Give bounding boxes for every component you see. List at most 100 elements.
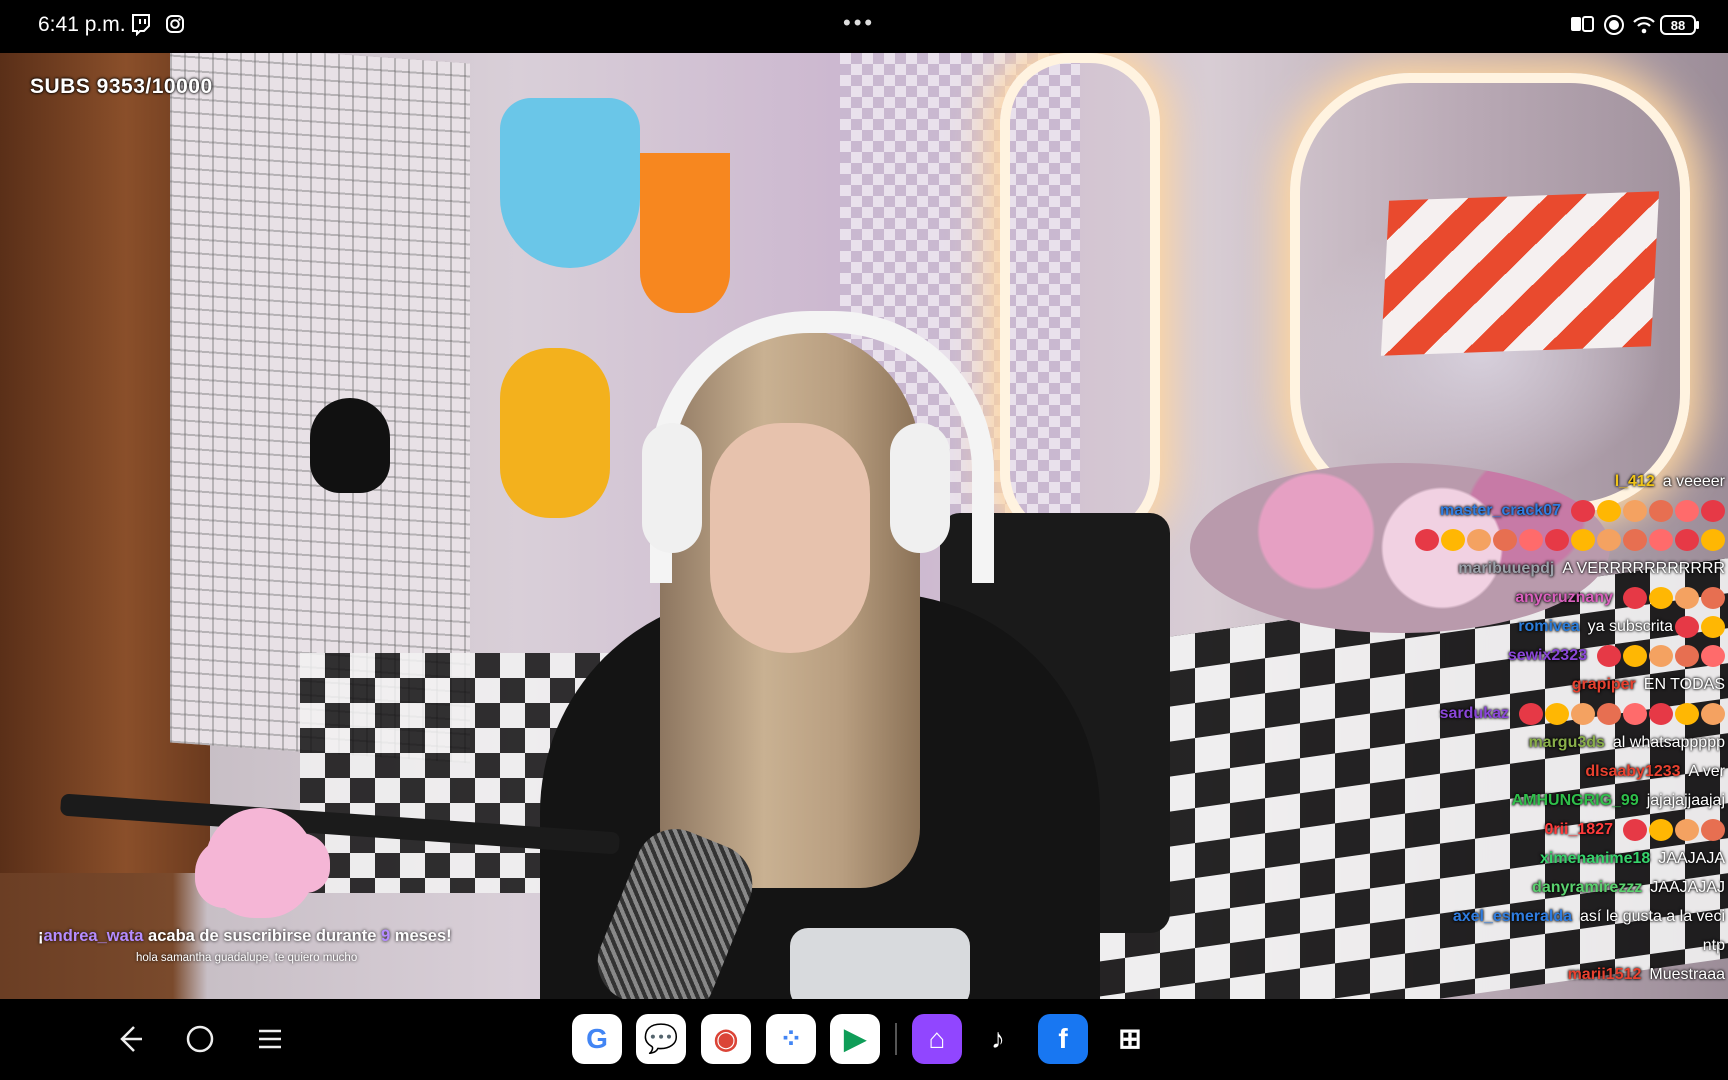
chat-text: jajajajjaajaj <box>1646 792 1725 809</box>
blue-mirror <box>500 98 640 268</box>
chat-username[interactable]: margu3ds <box>1528 734 1604 751</box>
chat-username[interactable]: sewix2323 <box>1508 647 1587 664</box>
chat-text: JAAJAJAJ <box>1650 879 1725 896</box>
chat-message: l_412 a veeeer <box>1165 467 1725 496</box>
battery-icon: 88 <box>1660 15 1699 35</box>
tiktok-app-icon[interactable]: ♪ <box>973 1014 1023 1064</box>
play-store-app-icon[interactable]: ▶ <box>830 1014 880 1064</box>
chat-text: EN TODAS <box>1643 676 1725 693</box>
chat-text: a veeeer <box>1662 473 1725 490</box>
emote-icon <box>1675 644 1699 667</box>
emote-icon <box>1675 615 1699 638</box>
chat-text: Muestraaa <box>1649 966 1725 983</box>
sub-alert-months: 9 <box>381 927 391 945</box>
instagram-icon <box>166 15 184 33</box>
chat-message: AMHUNGRIG_99 jajajajjaajaj <box>1165 786 1725 815</box>
emote-icon <box>1649 818 1673 841</box>
orange-decor <box>640 153 730 313</box>
chat-message: master_crack07 <box>1165 496 1725 525</box>
stream-video[interactable]: SUBS 9353/10000 ¡andrea_wata acaba de su… <box>0 53 1728 999</box>
sub-alert-message: hola samantha guadalupe, te quiero mucho <box>136 952 358 964</box>
facebook-app-icon[interactable]: f <box>1038 1014 1088 1064</box>
chat-username[interactable]: axel_esmeralda <box>1453 908 1572 925</box>
emote-icon <box>1545 702 1569 725</box>
chat-text: ya subscrita <box>1587 618 1673 635</box>
sub-alert-main: ¡andrea_wata acaba de suscribirse durant… <box>38 927 452 945</box>
chat-message: dlsaaby1233 A ver <box>1165 757 1725 786</box>
emote-icon <box>1701 528 1725 551</box>
home-icon[interactable] <box>180 1019 220 1059</box>
chat-username[interactable]: grapiper <box>1572 676 1636 693</box>
emote-icon <box>1675 586 1699 609</box>
emote-icon <box>1675 499 1699 522</box>
chat-text: JAAJAJA <box>1658 850 1725 867</box>
chat-username[interactable]: dlsaaby1233 <box>1585 763 1680 780</box>
chat-message: ntp <box>1165 931 1725 960</box>
back-icon[interactable] <box>110 1019 150 1059</box>
emote-icon <box>1649 702 1673 725</box>
emote-icon <box>1519 702 1543 725</box>
chat-username[interactable]: maribuuepdj <box>1458 560 1554 577</box>
chat-username[interactable]: l_412 <box>1615 473 1655 490</box>
sub-alert: ¡andrea_wata acaba de suscribirse durant… <box>38 927 452 964</box>
emote-icon <box>1597 644 1621 667</box>
clock: 6:41 p.m. <box>38 13 126 36</box>
chat-message: maribuuepdj A VERRRRRRRRRRR <box>1165 554 1725 583</box>
chat-message: sewix2323 <box>1165 641 1725 670</box>
record-icon <box>1604 15 1624 35</box>
google-app-icon[interactable]: G <box>572 1014 622 1064</box>
navigation-bar: G 💬 ◉ ⁘ ▶ ⌂ ♪ f ⊞ <box>0 999 1728 1080</box>
chat-message: romivea ya subscrita <box>1165 612 1725 641</box>
reading-mode-icon <box>1571 16 1594 32</box>
dock-divider <box>895 1023 897 1055</box>
emote-icon <box>1701 499 1725 522</box>
chat-username[interactable]: sardukaz <box>1440 705 1509 722</box>
emote-icon <box>1519 528 1543 551</box>
headset-cup-right <box>890 423 950 553</box>
emote-icon <box>1597 528 1621 551</box>
emote-icon <box>1545 528 1569 551</box>
emote-icon <box>1441 528 1465 551</box>
svg-text:88: 88 <box>1671 18 1685 33</box>
pink-bird-icon <box>205 808 315 918</box>
emote-icon <box>1597 499 1621 522</box>
chat-username[interactable]: anycruznany <box>1515 589 1613 606</box>
assistant-app-icon[interactable]: ⁘ <box>766 1014 816 1064</box>
more-dots-icon[interactable]: ••• <box>843 10 875 36</box>
chat-text: A ver <box>1688 763 1725 780</box>
emote-icon <box>1415 528 1439 551</box>
emote-icon <box>1623 644 1647 667</box>
emote-icon <box>1597 702 1621 725</box>
chat-message: margu3ds al whatsappppp <box>1165 728 1725 757</box>
chat-message <box>1165 525 1725 554</box>
emote-icon <box>1675 702 1699 725</box>
yellow-decor <box>500 348 610 518</box>
emote-icon <box>1649 586 1673 609</box>
messages-app-icon[interactable]: 💬 <box>636 1014 686 1064</box>
status-bar: 6:41 p.m. ••• 88 <box>0 0 1728 53</box>
emote-icon <box>1649 499 1673 522</box>
chat-username[interactable]: romivea <box>1518 618 1579 635</box>
recents-icon[interactable] <box>250 1019 290 1059</box>
chat-username[interactable]: 0rii_1827 <box>1544 821 1613 838</box>
chat-username[interactable]: master_crack07 <box>1440 502 1561 519</box>
twitch-icon <box>132 14 150 36</box>
chat-username[interactable]: danyramirezzz <box>1532 879 1642 896</box>
phone <box>790 928 970 999</box>
chat-message: marii1512 Muestraaa <box>1165 960 1725 989</box>
display-screen <box>1380 191 1660 356</box>
headset-cup-left <box>642 423 702 553</box>
emote-icon <box>1493 528 1517 551</box>
chat-text: al whatsappppp <box>1612 734 1725 751</box>
emote-icon <box>1623 818 1647 841</box>
qr-scanner-app-icon[interactable]: ⊞ <box>1105 1014 1155 1064</box>
wifi-icon <box>1633 16 1655 34</box>
chat-message: grapiper EN TODAS <box>1165 670 1725 699</box>
chat-username[interactable]: marii1512 <box>1568 966 1642 983</box>
subs-goal: SUBS 9353/10000 <box>30 75 213 98</box>
chrome-app-icon[interactable]: ◉ <box>701 1014 751 1064</box>
twitch-app-icon[interactable]: ⌂ <box>912 1014 962 1064</box>
emote-icon <box>1571 702 1595 725</box>
chat-username[interactable]: AMHUNGRIG_99 <box>1512 792 1639 809</box>
chat-username[interactable]: ximenanime18 <box>1540 850 1650 867</box>
